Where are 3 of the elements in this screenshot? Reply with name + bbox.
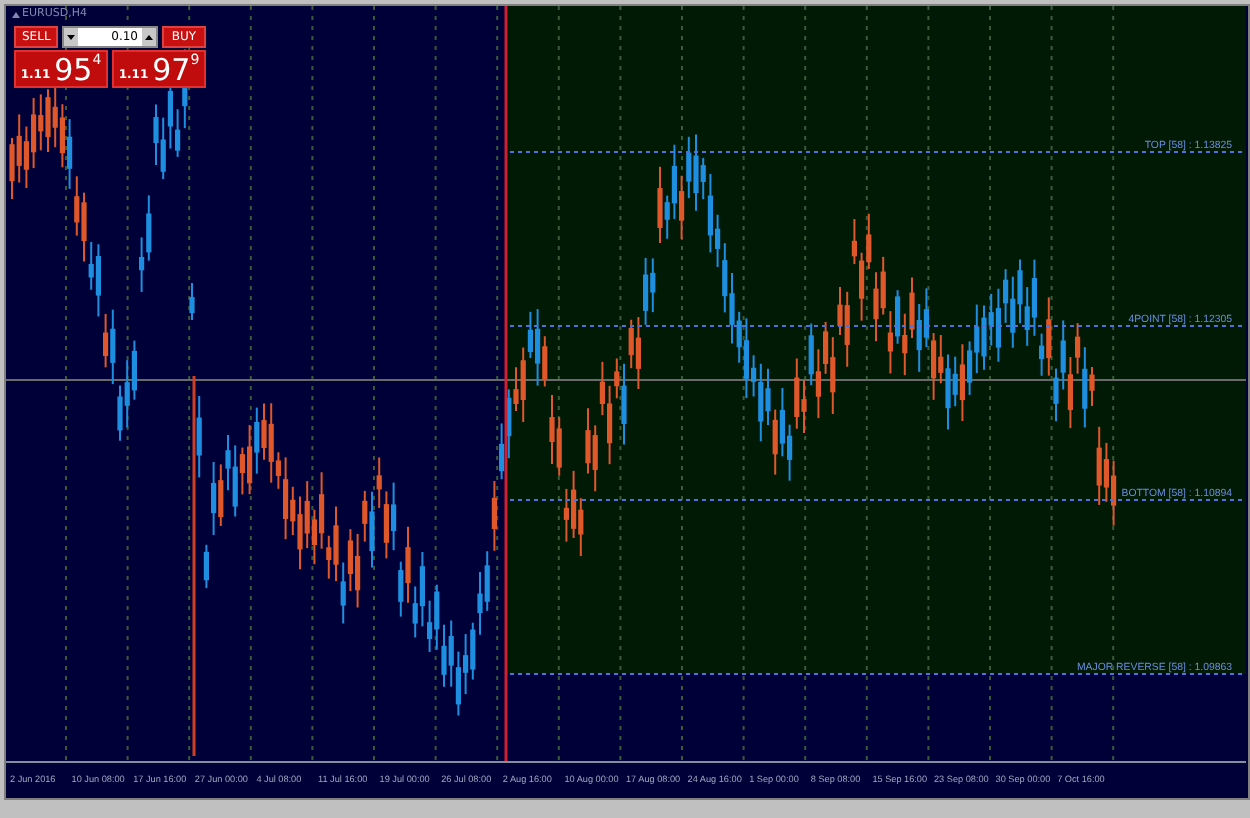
price-pips: 95 — [54, 54, 93, 86]
triangle-icon — [12, 11, 20, 17]
price-pips: 97 — [152, 54, 191, 86]
